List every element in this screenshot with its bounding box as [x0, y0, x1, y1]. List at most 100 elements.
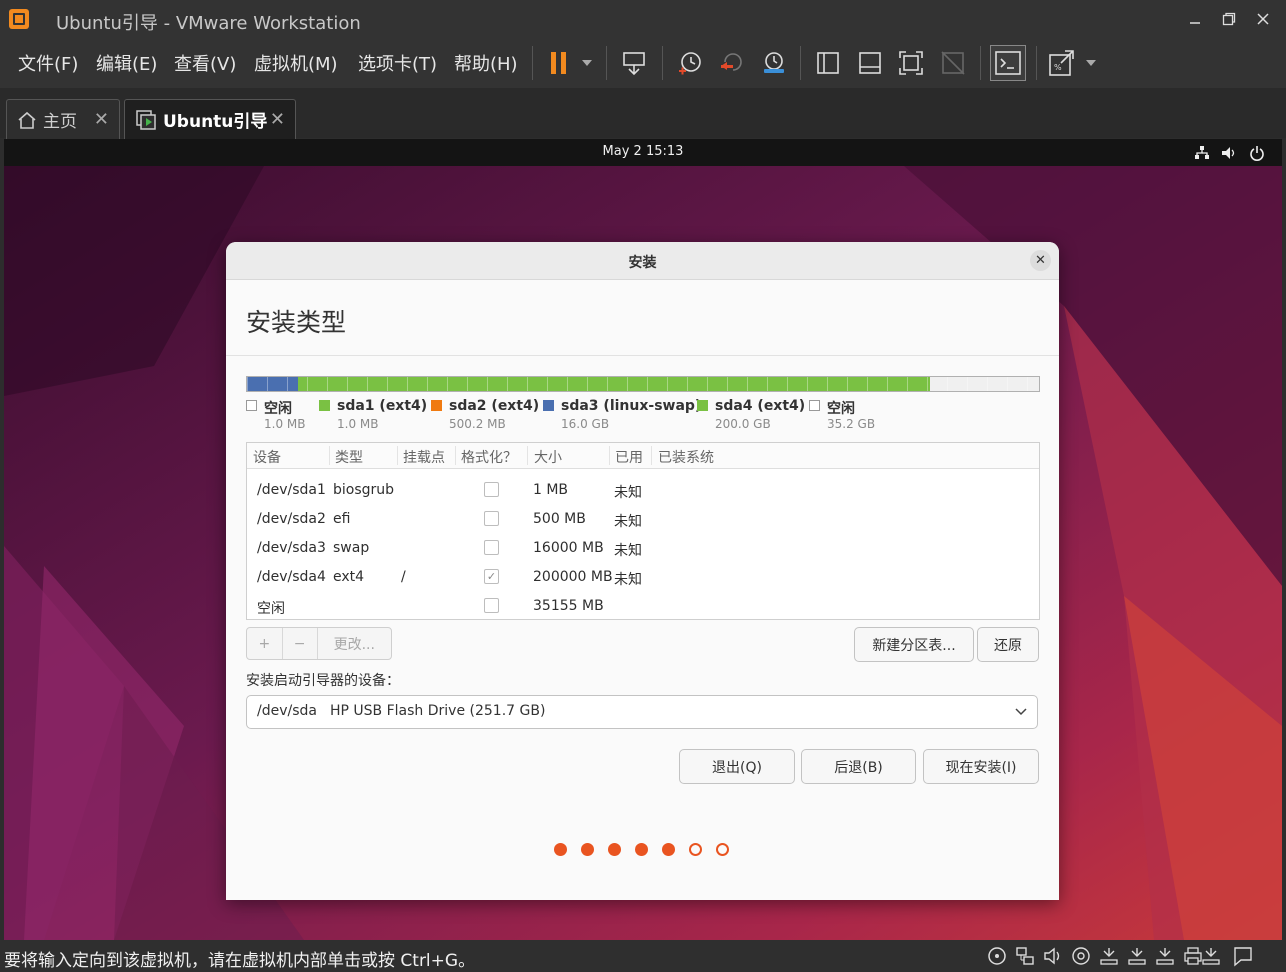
- network-adapter-icon[interactable]: [1014, 945, 1036, 967]
- menu-file[interactable]: 文件(F): [18, 50, 78, 76]
- bootloader-label: 安装启动引导器的设备：: [246, 673, 400, 689]
- legend-name: sda3 (linux-swap): [561, 398, 702, 414]
- change-partition-button[interactable]: 更改...: [318, 628, 391, 659]
- tab-ubuntu[interactable]: Ubuntu引导 ✕: [124, 99, 296, 139]
- stretch-guest-button[interactable]: %: [1046, 48, 1076, 78]
- row-device: /dev/sda3: [257, 540, 326, 556]
- format-checkbox[interactable]: [484, 598, 499, 613]
- legend-swatch: [697, 400, 708, 411]
- send-ctrl-alt-del-icon: [623, 52, 645, 76]
- row-device: 空闲: [257, 601, 285, 617]
- menu-edit[interactable]: 编辑(E): [96, 50, 157, 76]
- guest-clock[interactable]: May 2 15:13: [4, 144, 1282, 159]
- close-tab-icon[interactable]: ✕: [270, 109, 285, 130]
- table-row[interactable]: 空闲 35155 MB: [247, 592, 1039, 619]
- format-checkbox[interactable]: [484, 540, 499, 555]
- message-icon[interactable]: [1232, 945, 1254, 967]
- usb-icon[interactable]: [1154, 945, 1176, 967]
- svg-text:%: %: [1054, 63, 1062, 72]
- new-partition-table-button[interactable]: 新建分区表...: [854, 627, 974, 662]
- format-checkbox[interactable]: ✓: [484, 569, 499, 584]
- minimize-icon: [1190, 22, 1200, 24]
- hdd-icon[interactable]: [1070, 945, 1092, 967]
- menu-vm[interactable]: 虚拟机(M): [254, 50, 338, 76]
- usb-icon[interactable]: [1200, 945, 1222, 967]
- row-used: 未知: [614, 485, 642, 501]
- tab-label: Ubuntu引导: [163, 112, 268, 132]
- snapshot-manager-button[interactable]: [759, 48, 789, 78]
- menu-tabs[interactable]: 选项卡(T): [358, 50, 437, 76]
- column-used[interactable]: 已用: [615, 447, 643, 467]
- legend-swatch: [319, 400, 330, 411]
- thumbnail-bar-button[interactable]: [855, 48, 885, 78]
- library-toggle-button[interactable]: [813, 48, 843, 78]
- volume-icon[interactable]: [1221, 145, 1237, 161]
- snapshot-icon: [679, 52, 701, 75]
- table-row[interactable]: /dev/sda1 biosgrub 1 MB 未知: [247, 476, 1039, 505]
- column-mount[interactable]: 挂载点: [403, 447, 445, 467]
- revert-snapshot-icon: [721, 53, 742, 71]
- pause-dropdown[interactable]: [572, 48, 602, 78]
- add-partition-button[interactable]: +: [247, 628, 283, 659]
- partition-table[interactable]: 设备 类型 挂载点 格式化？ 大小 已用 已装系统 /dev/sda1 biosg…: [246, 442, 1040, 620]
- partition-usage-bar: [246, 376, 1040, 392]
- table-row[interactable]: /dev/sda2 efi 500 MB 未知: [247, 505, 1039, 534]
- status-bar: 要将输入定向到该虚拟机，请在虚拟机内部单击或按 Ctrl+G。: [0, 940, 1286, 972]
- take-snapshot-button[interactable]: [675, 48, 705, 78]
- legend-size: 1.0 MB: [337, 417, 379, 431]
- power-icon[interactable]: [1249, 145, 1265, 161]
- network-icon[interactable]: [1194, 145, 1210, 161]
- sidebar-icon: [817, 52, 839, 74]
- bootloader-device-select[interactable]: /dev/sda HP USB Flash Drive (251.7 GB): [246, 695, 1038, 729]
- revert-snapshot-button[interactable]: [717, 48, 747, 78]
- window-title: Ubuntu引导 - VMware Workstation: [56, 13, 361, 34]
- legend-swatch: [809, 400, 820, 411]
- fit-window-icon: %: [1049, 50, 1074, 76]
- column-size[interactable]: 大小: [534, 447, 562, 467]
- send-ctrl-alt-del-button[interactable]: [619, 48, 649, 78]
- pause-button[interactable]: [544, 48, 574, 78]
- sound-icon[interactable]: [1042, 945, 1064, 967]
- dialog-close-button[interactable]: ✕: [1030, 250, 1051, 271]
- legend-size: 200.0 GB: [715, 417, 771, 431]
- progress-dot: [716, 843, 729, 856]
- close-tab-icon[interactable]: ✕: [94, 109, 109, 130]
- column-type[interactable]: 类型: [335, 447, 363, 467]
- column-format[interactable]: 格式化？: [461, 447, 517, 467]
- cd-icon[interactable]: [986, 945, 1008, 967]
- back-button[interactable]: 后退(B): [801, 749, 916, 784]
- tab-home[interactable]: 主页 ✕: [6, 99, 120, 139]
- quit-button[interactable]: 退出(Q): [679, 749, 795, 784]
- fullscreen-icon: [899, 51, 923, 75]
- format-checkbox[interactable]: [484, 482, 499, 497]
- column-installed-os[interactable]: 已装系统: [658, 447, 714, 467]
- progress-dot: [662, 843, 675, 856]
- format-checkbox[interactable]: [484, 511, 499, 526]
- menu-help[interactable]: 帮助(H): [454, 50, 518, 76]
- table-row[interactable]: /dev/sda3 swap 16000 MB 未知: [247, 534, 1039, 563]
- row-size: 35155 MB: [533, 598, 604, 614]
- close-icon: ✕: [1035, 253, 1046, 268]
- fullscreen-button[interactable]: [896, 48, 926, 78]
- tab-bar: 主页 ✕ Ubuntu引导 ✕: [0, 88, 1286, 139]
- progress-dot: [581, 843, 594, 856]
- table-row[interactable]: /dev/sda4 ext4 / 200000 MB 未知 ✓: [247, 563, 1039, 592]
- column-device[interactable]: 设备: [253, 447, 281, 467]
- install-now-button[interactable]: 现在安装(I): [923, 749, 1039, 784]
- menu-toolbar: 文件(F) 编辑(E) 查看(V) 虚拟机(M) 选项卡(T) 帮助(H) %: [0, 38, 1286, 88]
- remove-partition-button[interactable]: −: [283, 628, 318, 659]
- usb-icon[interactable]: [1126, 945, 1148, 967]
- menu-view[interactable]: 查看(V): [174, 50, 236, 76]
- revert-button[interactable]: 还原: [977, 627, 1039, 662]
- unity-button[interactable]: [938, 48, 968, 78]
- table-header: 设备 类型 挂载点 格式化？ 大小 已用 已装系统: [247, 443, 1039, 469]
- toolbar-separator: [1036, 46, 1037, 80]
- usb-icon[interactable]: [1098, 945, 1120, 967]
- vm-display[interactable]: May 2 15:13 安装 ✕ 安装类型 空闲 1.0 MB sda1 (ex…: [4, 139, 1282, 940]
- console-view-button[interactable]: [990, 45, 1026, 81]
- minimize-button[interactable]: [1180, 7, 1210, 31]
- close-window-button[interactable]: [1248, 7, 1278, 31]
- stretch-dropdown[interactable]: [1076, 48, 1106, 78]
- maximize-button[interactable]: [1214, 7, 1244, 31]
- legend-swatch: [543, 400, 554, 411]
